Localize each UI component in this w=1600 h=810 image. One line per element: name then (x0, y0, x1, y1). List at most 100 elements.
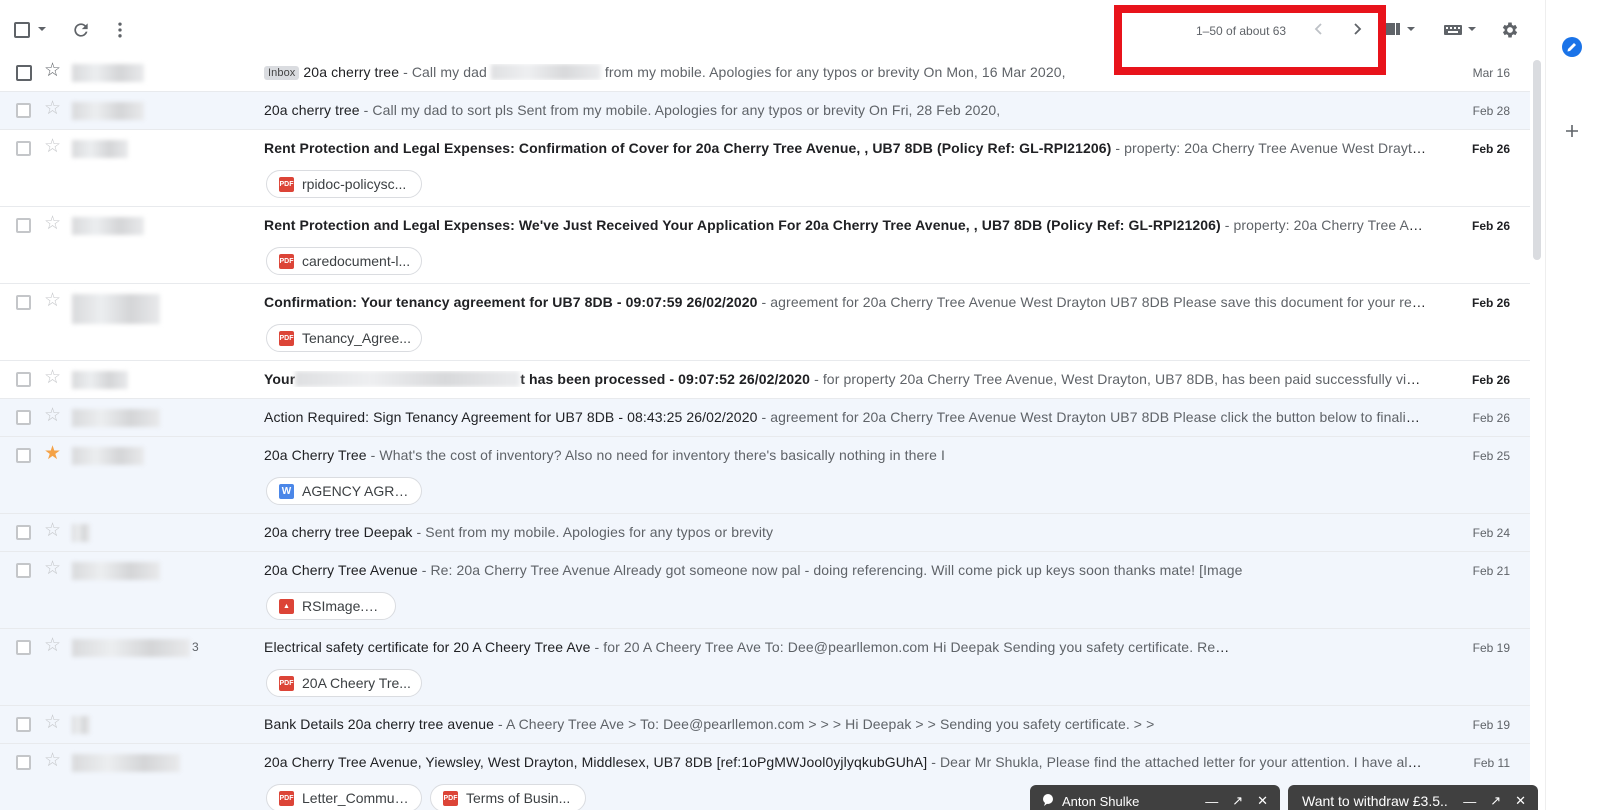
row-checkbox[interactable] (16, 410, 31, 425)
email-snippet: - agreement for 20a Cherry Tree Avenue W… (757, 294, 1426, 310)
row-checkbox[interactable] (16, 525, 31, 540)
email-snippet: - for 20 A Cheery Tree Ave To: Dee@pearl… (590, 639, 1216, 655)
email-row[interactable]: ☆ 20a cherry tree - Call my dad to sort … (0, 92, 1530, 130)
row-checkbox[interactable] (16, 755, 31, 770)
star-icon[interactable]: ☆ (44, 751, 61, 771)
star-icon[interactable]: ☆ (44, 137, 61, 157)
row-checkbox[interactable] (16, 640, 31, 655)
chat-window-bar[interactable]: Anton Shulke — ↗ ✕ (1030, 785, 1280, 810)
close-icon[interactable]: ✕ (1515, 793, 1526, 809)
sender-redacted (72, 140, 128, 158)
email-snippet: - property: 20a Cherry Tree Avenue West … (1115, 140, 1426, 156)
refresh-icon[interactable] (71, 20, 91, 40)
attachment-chip[interactable]: PDF rpidoc-policysc... (266, 170, 422, 198)
row-checkbox[interactable] (16, 372, 31, 387)
email-line: Electrical safety certificate for 20 A C… (264, 639, 1426, 655)
email-row[interactable]: ☆ Inbox 20a cherry tree - Call my dad fro… (0, 54, 1530, 92)
pop-out-icon[interactable]: ↗ (1490, 793, 1501, 809)
row-checkbox[interactable] (16, 141, 31, 156)
keyboard-icon[interactable] (1444, 24, 1478, 36)
star-icon[interactable]: ☆ (44, 406, 61, 426)
pdf-icon: PDF (279, 176, 294, 192)
star-icon[interactable]: ☆ (44, 291, 61, 311)
minimize-icon[interactable]: — (1205, 794, 1218, 809)
close-icon[interactable]: ✕ (1257, 793, 1268, 809)
star-icon[interactable]: ☆ (44, 713, 61, 733)
email-row[interactable]: ☆ Your t has been processed - 09:07:52 26… (0, 361, 1530, 399)
email-date: Mar 16 (1472, 66, 1510, 80)
pdf-icon: PDF (279, 330, 294, 346)
email-subject: 20a Cherry Tree (264, 447, 367, 463)
email-snippet: - Call my dad to sort pls Sent from my m… (359, 102, 1001, 118)
star-icon[interactable]: ☆ (44, 559, 61, 579)
email-snippet: - property: 20a Cherry Tree Avenue West … (1224, 217, 1426, 233)
attachment-chip[interactable]: PDF Letter_Commun... (266, 784, 422, 810)
attachment-chip[interactable]: W AGENCY AGRE... (266, 477, 422, 505)
email-subject-prefix: Your (264, 371, 296, 387)
email-snippet: - Sent from my mobile. Apologies for any… (412, 524, 774, 540)
split-pane-icon[interactable] (1386, 22, 1416, 36)
thread-count: 3 (192, 640, 199, 654)
email-line: 20a cherry tree - Call my dad to sort pl… (264, 102, 1426, 118)
email-snippet: - A Cheery Tree Ave > To: Dee@pearllemon… (493, 716, 1155, 732)
pagination-count: 1–50 of about 63 (1196, 24, 1287, 38)
more-vert-icon[interactable] (110, 20, 130, 40)
email-subject: Confirmation: Your tenancy agreement for… (264, 294, 758, 310)
inbox-badge: Inbox (264, 66, 300, 80)
attachments: PDF caredocument-l... (266, 247, 422, 275)
chat-window-bar[interactable]: Want to withdraw £3.5... — ↗ ✕ (1288, 785, 1538, 810)
email-row[interactable]: ☆ Rent Protection and Legal Expenses: Co… (0, 130, 1530, 207)
email-row[interactable]: ☆ 20a Cherry Tree Avenue - Re: 20a Cherr… (0, 552, 1530, 629)
attachment-chip[interactable]: PDF Tenancy_Agree... (266, 324, 422, 352)
star-icon[interactable]: ☆ (44, 61, 61, 81)
scrollbar[interactable] (1533, 60, 1541, 260)
chat-title: Anton Shulke (1062, 793, 1140, 809)
email-row[interactable]: ☆ Action Required: Sign Tenancy Agreemen… (0, 399, 1530, 437)
row-checkbox[interactable] (16, 218, 31, 233)
word-icon: W (279, 483, 294, 499)
email-row[interactable]: ☆ 3 Electrical safety certificate for 20… (0, 629, 1530, 706)
star-icon[interactable]: ☆ (44, 214, 61, 234)
attachment-chip[interactable]: PDF Terms of Busin... (430, 784, 586, 810)
gear-icon[interactable] (1500, 20, 1520, 40)
email-row[interactable]: ☆ Rent Protection and Legal Expenses: We… (0, 207, 1530, 284)
email-row[interactable]: ☆ Bank Details 20a cherry tree avenue - … (0, 706, 1530, 744)
attachment-name: rpidoc-policysc... (302, 176, 407, 192)
row-checkbox[interactable] (16, 563, 31, 578)
star-icon[interactable]: ☆ (44, 368, 61, 388)
tasks-icon[interactable] (1561, 36, 1583, 63)
row-checkbox[interactable] (16, 448, 31, 463)
attachment-name: Terms of Busin... (466, 790, 571, 806)
email-line: 20a Cherry Tree Avenue, Yiewsley, West D… (264, 754, 1426, 770)
row-checkbox[interactable] (16, 295, 31, 310)
toolbar: 1–50 of about 63 (0, 0, 1545, 54)
select-dropdown-chevron-down-icon[interactable] (37, 24, 47, 34)
row-checkbox[interactable] (16, 65, 32, 81)
email-date: Feb 26 (1471, 296, 1510, 310)
row-checkbox[interactable] (16, 717, 31, 732)
star-icon[interactable]: ☆ (44, 521, 61, 541)
email-row[interactable]: ★ 20a Cherry Tree - What's the cost of i… (0, 437, 1530, 514)
attachment-chip[interactable]: PDF caredocument-l... (266, 247, 422, 275)
email-snippet-rest: from my mobile. Apologies for any typos … (600, 64, 1066, 80)
star-icon[interactable]: ☆ (44, 99, 61, 119)
email-row[interactable]: ☆ 20a cherry tree Deepak - Sent from my … (0, 514, 1530, 552)
star-icon[interactable]: ☆ (44, 636, 61, 656)
plus-icon[interactable] (1565, 124, 1579, 143)
pdf-icon: PDF (279, 790, 294, 806)
attachment-chip[interactable]: ▲ RSImage.png (266, 592, 396, 620)
row-checkbox[interactable] (16, 103, 31, 118)
sender-redacted (72, 294, 160, 324)
email-snippet: - Dear Mr Shukla, Please find the attach… (927, 754, 1426, 770)
chevron-left-icon[interactable] (1312, 22, 1326, 36)
attachment-chip[interactable]: PDF 20A Cheery Tre... (266, 669, 422, 697)
chevron-right-icon[interactable] (1350, 22, 1364, 36)
email-subject: Rent Protection and Legal Expenses: Conf… (264, 140, 1112, 156)
minimize-icon[interactable]: — (1463, 794, 1476, 809)
email-date: Feb 26 (1472, 411, 1510, 425)
email-row[interactable]: ☆ Confirmation: Your tenancy agreement f… (0, 284, 1530, 361)
pop-out-icon[interactable]: ↗ (1232, 793, 1243, 809)
sender-redacted (72, 64, 144, 82)
star-icon-starred[interactable]: ★ (44, 444, 61, 464)
select-all-checkbox[interactable] (14, 22, 30, 38)
